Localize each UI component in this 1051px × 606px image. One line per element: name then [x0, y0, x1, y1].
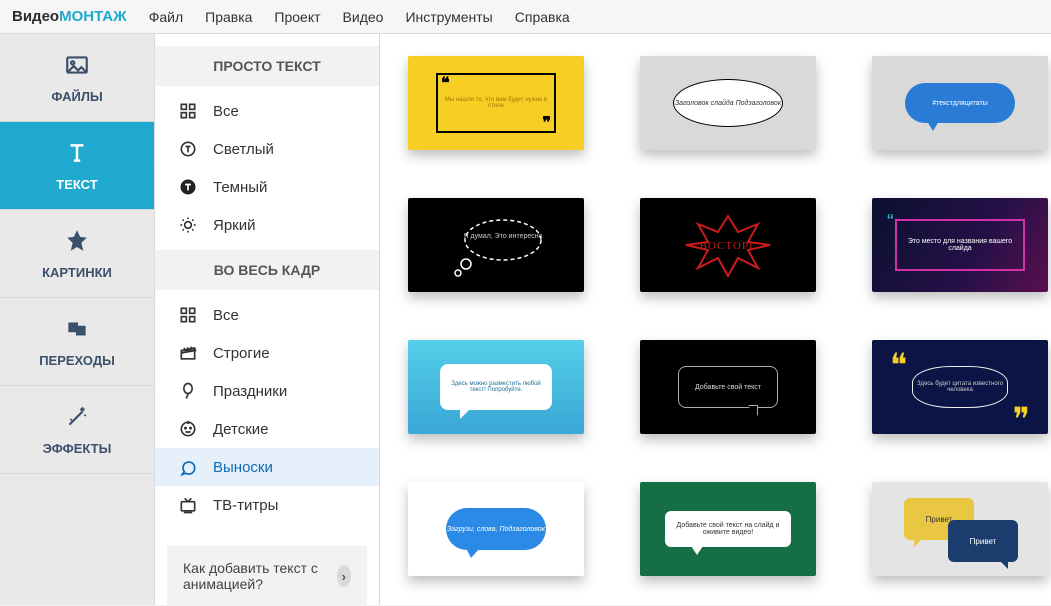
group-simple-text: ПРОСТО ТЕКСТ — [155, 46, 379, 86]
left-nav: ФАЙЛЫ ТЕКСТ КАРТИНКИ ПЕРЕХОДЫ ЭФФЕКТЫ — [0, 34, 155, 605]
text-icon — [64, 140, 90, 169]
thumb-text: Добавьте свой текст — [695, 384, 761, 391]
preset-thumb[interactable]: Загрузи, слова, Подзаголовок — [408, 482, 584, 576]
item-holidays[interactable]: Праздники — [155, 372, 379, 410]
circle-t-outline-icon — [177, 138, 199, 160]
preset-gallery: ❝ Мы нашли то, что вам будет нужно в стил… — [380, 34, 1051, 605]
nav-transitions-label: ПЕРЕХОДЫ — [39, 353, 115, 368]
group1-items: Все Светлый Темный Яркий — [155, 86, 379, 250]
menu-tools[interactable]: Инструменты — [405, 9, 492, 25]
thumb-text: Мы нашли то, что вам будет нужно в стиле — [444, 97, 548, 109]
item-bright[interactable]: Яркий — [155, 206, 379, 244]
star-icon — [64, 228, 90, 257]
nav-text[interactable]: ТЕКСТ — [0, 122, 154, 210]
app-logo: ВидеоМОНТАЖ — [12, 8, 127, 25]
nav-files-label: ФАЙЛЫ — [51, 89, 102, 104]
preset-thumb[interactable]: Добавьте свой текст на слайд и оживите в… — [640, 482, 816, 576]
item-light-label: Светлый — [213, 141, 274, 158]
thumb-text: Это место для названия вашего слайда — [897, 238, 1023, 252]
menu-bar: ВидеоМОНТАЖ Файл Правка Проект Видео Инс… — [0, 0, 1051, 34]
thumb-text: ВОСТОРГ — [700, 240, 757, 252]
preset-thumb[interactable]: ВОСТОРГ — [640, 198, 816, 292]
balloon-icon — [177, 380, 199, 402]
logo-part-2: МОНТАЖ — [59, 8, 127, 25]
preset-thumb[interactable]: Заголовок слайда Подзаголовок — [640, 56, 816, 150]
thumb-text: Здесь будет цитата известного человека — [916, 381, 1004, 393]
menu-video[interactable]: Видео — [343, 9, 384, 25]
logo-part-1: Видео — [12, 8, 59, 25]
nav-pictures[interactable]: КАРТИНКИ — [0, 210, 154, 298]
group2-items: Все Строгие Праздники Детские Выноски ТВ… — [155, 290, 379, 530]
preset-thumb[interactable]: Добавьте свой текст — [640, 340, 816, 434]
help-text: Как добавить текст с анимацией? — [183, 560, 327, 592]
item-all-2-label: Все — [213, 307, 239, 324]
item-dark[interactable]: Темный — [155, 168, 379, 206]
item-all-1[interactable]: Все — [155, 92, 379, 130]
item-callouts-label: Выноски — [213, 459, 273, 476]
sun-icon — [177, 214, 199, 236]
thumb-text: Заголовок слайда Подзаголовок — [675, 100, 781, 107]
baby-icon — [177, 418, 199, 440]
menu-file[interactable]: Файл — [149, 9, 183, 25]
preset-grid: ❝ Мы нашли то, что вам будет нужно в стил… — [408, 56, 1023, 576]
nav-files[interactable]: ФАЙЛЫ — [0, 34, 154, 122]
preset-thumb[interactable]: ❝ Здесь будет цитата известного человека… — [872, 340, 1048, 434]
help-link[interactable]: Как добавить текст с анимацией? › — [167, 546, 367, 606]
thumb-text: Загрузи, слова, Подзаголовок — [447, 526, 545, 533]
preset-thumb[interactable]: #текстдляцитаты — [872, 56, 1048, 150]
item-kids[interactable]: Детские — [155, 410, 379, 448]
preset-thumb[interactable]: Привет Привет — [872, 482, 1048, 576]
nav-transitions[interactable]: ПЕРЕХОДЫ — [0, 298, 154, 386]
nav-pictures-label: КАРТИНКИ — [42, 265, 112, 280]
item-all-2[interactable]: Все — [155, 296, 379, 334]
item-bright-label: Яркий — [213, 217, 256, 234]
nav-effects-label: ЭФФЕКТЫ — [43, 441, 112, 456]
image-icon — [64, 52, 90, 81]
transitions-icon — [64, 316, 90, 345]
nav-effects[interactable]: ЭФФЕКТЫ — [0, 386, 154, 474]
menu-help[interactable]: Справка — [515, 9, 570, 25]
thumb-text: #текстдляцитаты — [932, 100, 988, 107]
circle-t-filled-icon — [177, 176, 199, 198]
nav-text-label: ТЕКСТ — [56, 177, 97, 192]
thumb-text: Привет — [970, 537, 997, 546]
preset-thumb[interactable]: Здесь можно разместить любой текст! Попр… — [408, 340, 584, 434]
item-strict-label: Строгие — [213, 345, 270, 362]
grid-icon — [177, 304, 199, 326]
item-callouts[interactable]: Выноски — [155, 448, 379, 486]
item-tvtitles-label: ТВ-титры — [213, 497, 278, 514]
item-kids-label: Детские — [213, 421, 269, 438]
preset-thumb[interactable]: ❝Мы нашли то, что вам будет нужно в стил… — [408, 56, 584, 150]
speech-bubble-icon — [177, 456, 199, 478]
preset-thumb[interactable]: Я думал, Это интересно — [408, 198, 584, 292]
thumb-text: Добавьте свой текст на слайд и оживите в… — [668, 522, 788, 536]
wand-icon — [64, 404, 90, 433]
tv-icon — [177, 494, 199, 516]
main-area: ФАЙЛЫ ТЕКСТ КАРТИНКИ ПЕРЕХОДЫ ЭФФЕКТЫ — [0, 34, 1051, 605]
item-tvtitles[interactable]: ТВ-титры — [155, 486, 379, 524]
item-all-1-label: Все — [213, 103, 239, 120]
item-holidays-label: Праздники — [213, 383, 287, 400]
group-fullframe: ВО ВЕСЬ КАДР — [155, 250, 379, 290]
clapper-icon — [177, 342, 199, 364]
item-strict[interactable]: Строгие — [155, 334, 379, 372]
burst-icon: ВОСТОРГ — [640, 198, 816, 292]
quote-icon: ❞ — [1013, 400, 1030, 434]
item-light[interactable]: Светлый — [155, 130, 379, 168]
item-dark-label: Темный — [213, 179, 267, 196]
menu-project[interactable]: Проект — [274, 9, 320, 25]
category-panel: ПРОСТО ТЕКСТ Все Светлый Темный Яркий ВО… — [155, 34, 380, 605]
chevron-right-icon: › — [337, 565, 351, 587]
thumb-text: Я думал, Это интересно — [463, 233, 542, 240]
preset-thumb[interactable]: Это место для названия вашего слайда — [872, 198, 1048, 292]
thumb-text: Здесь можно разместить любой текст! Попр… — [444, 381, 548, 393]
quote-icon: ❝ — [890, 346, 907, 384]
grid-icon — [177, 100, 199, 122]
menu-edit[interactable]: Правка — [205, 9, 252, 25]
thought-bubble-icon: Я думал, Это интересно — [408, 198, 584, 292]
